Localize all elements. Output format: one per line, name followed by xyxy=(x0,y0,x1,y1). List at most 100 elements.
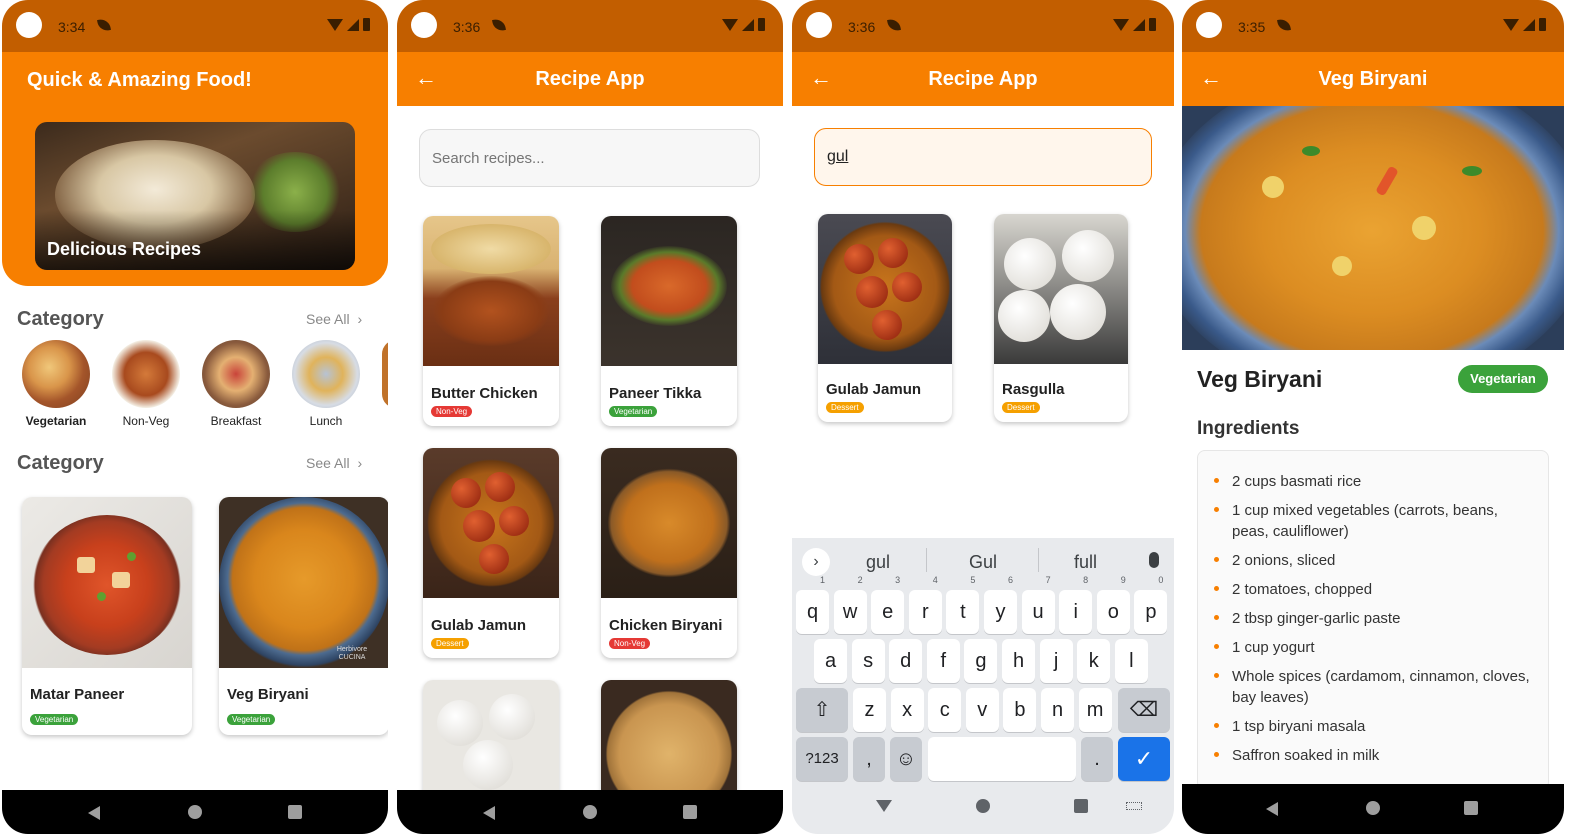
category-breakfast[interactable]: Breakfast xyxy=(200,340,272,428)
see-all-link[interactable]: See All › xyxy=(306,311,362,327)
key-d[interactable]: d xyxy=(889,639,923,683)
key-j[interactable]: j xyxy=(1039,639,1073,683)
key-b[interactable]: b xyxy=(1003,688,1037,732)
key-w[interactable]: w2 xyxy=(833,576,867,634)
hero-banner[interactable]: Delicious Recipes xyxy=(35,122,355,270)
herb-piece xyxy=(1302,146,1320,156)
ingredients-heading: Ingredients xyxy=(1197,418,1300,439)
key-m[interactable]: m xyxy=(1078,688,1112,732)
nav-home-icon[interactable] xyxy=(188,805,202,819)
nav-recent-icon[interactable] xyxy=(288,805,302,819)
category-vegetarian[interactable]: Vegetarian xyxy=(20,340,92,428)
suggestion-expand-button[interactable]: › xyxy=(802,548,830,576)
key-z[interactable]: z xyxy=(853,688,886,732)
nav-back-icon[interactable] xyxy=(876,800,892,812)
status-icons xyxy=(1113,18,1156,31)
category-nonveg-image xyxy=(112,340,180,408)
recipe-card[interactable]: Herbivore CUCINA Veg Biryani Vegetarian xyxy=(219,497,388,735)
leaf-icon xyxy=(1277,18,1291,32)
nav-back-icon[interactable] xyxy=(1266,802,1278,816)
nav-recent-icon[interactable] xyxy=(1074,799,1088,813)
key-y[interactable]: y6 xyxy=(984,576,1017,634)
key-c[interactable]: c xyxy=(928,688,962,732)
bullet-icon xyxy=(1214,615,1219,620)
key-a[interactable]: a xyxy=(814,639,847,683)
status-icons xyxy=(1503,18,1546,31)
recipe-card[interactable]: Rasgulla Dessert xyxy=(994,214,1128,422)
key-l[interactable]: l xyxy=(1114,639,1148,683)
key-label: i xyxy=(1073,601,1078,623)
suggestion-2[interactable]: Gul xyxy=(969,552,997,573)
recipe-card-title: Gulab Jamun xyxy=(431,617,527,634)
recipe-card[interactable]: Matar Paneer Vegetarian xyxy=(22,497,192,735)
enter-key[interactable]: ✓ xyxy=(1118,737,1170,781)
ingredient-item: 2 tomatoes, chopped xyxy=(1214,579,1532,600)
veg-biryani-image: Herbivore CUCINA xyxy=(219,497,388,668)
battery-icon xyxy=(1149,18,1156,31)
key-x[interactable]: x xyxy=(890,688,924,732)
recipe-card[interactable]: Butter Chicken Non-Veg xyxy=(423,216,559,426)
suggestion-1[interactable]: gul xyxy=(866,552,890,573)
rasgulla-ball xyxy=(1062,230,1114,282)
nav-back-icon[interactable] xyxy=(88,806,100,820)
key-o[interactable]: o9 xyxy=(1096,576,1130,634)
key-e[interactable]: e3 xyxy=(871,576,905,634)
status-time: 3:36 xyxy=(848,19,876,35)
category-partial-image[interactable] xyxy=(382,340,388,408)
nav-home-icon[interactable] xyxy=(583,805,597,819)
see-all-link[interactable]: See All › xyxy=(306,455,362,471)
recipe-card[interactable]: Gulab Jamun Dessert xyxy=(423,448,559,658)
nav-back-icon[interactable] xyxy=(483,806,495,820)
key-n[interactable]: n xyxy=(1041,688,1074,732)
key-f[interactable]: f xyxy=(926,639,960,683)
key-q[interactable]: q1 xyxy=(796,576,829,634)
recipe-detail-screen: 3:35 ← Veg Biryani Veg Biryani Vegetaria… xyxy=(1182,0,1564,834)
ingredient-text: 2 tomatoes, chopped xyxy=(1232,581,1373,598)
recipe-card[interactable]: Paneer Tikka Vegetarian xyxy=(601,216,737,426)
backspace-key[interactable]: ⌫ xyxy=(1118,688,1170,732)
paneer-piece xyxy=(112,572,130,588)
recipe-card-partial[interactable] xyxy=(423,680,559,800)
mic-icon[interactable] xyxy=(1149,552,1159,568)
key-v[interactable]: v xyxy=(965,688,999,732)
nav-recent-icon[interactable] xyxy=(1464,801,1478,815)
paneer-piece xyxy=(77,557,95,573)
symbols-key[interactable]: ?123 xyxy=(796,737,848,781)
key-i[interactable]: i8 xyxy=(1059,576,1093,634)
ingredient-text: Saffron soaked in milk xyxy=(1232,747,1380,764)
nav-recent-icon[interactable] xyxy=(683,805,697,819)
recipe-card-partial[interactable] xyxy=(601,680,737,800)
bullet-icon xyxy=(1214,478,1219,483)
ingredient-text: 2 tbsp ginger-garlic paste xyxy=(1232,610,1401,627)
search-input[interactable] xyxy=(814,128,1152,186)
key-hint: 9 xyxy=(1120,575,1126,585)
period-key[interactable]: . xyxy=(1081,737,1113,781)
recipe-card[interactable]: Chicken Biryani Non-Veg xyxy=(601,448,737,658)
key-u[interactable]: u7 xyxy=(1021,576,1055,634)
nav-home-icon[interactable] xyxy=(1366,801,1380,815)
key-s[interactable]: s xyxy=(851,639,885,683)
paratha-shape xyxy=(605,690,733,800)
comma-key[interactable]: , xyxy=(853,737,885,781)
nav-home-icon[interactable] xyxy=(976,799,990,813)
key-h[interactable]: h xyxy=(1002,639,1035,683)
emoji-key[interactable]: ☺ xyxy=(890,737,922,781)
key-p[interactable]: p0 xyxy=(1134,576,1168,634)
shift-key[interactable]: ⇧ xyxy=(796,688,848,732)
recipe-card[interactable]: Gulab Jamun Dessert xyxy=(818,214,952,422)
suggestion-3[interactable]: full xyxy=(1074,552,1097,573)
key-g[interactable]: g xyxy=(964,639,998,683)
key-t[interactable]: t5 xyxy=(946,576,980,634)
recipe-card-tag: Non-Veg xyxy=(431,406,473,417)
bullet-icon xyxy=(1214,723,1219,728)
ingredient-item: 1 tsp biryani masala xyxy=(1214,716,1532,737)
space-key[interactable] xyxy=(928,737,1076,781)
search-input[interactable] xyxy=(419,129,760,187)
category-nonveg[interactable]: Non-Veg xyxy=(110,340,182,428)
category-label: Lunch xyxy=(309,414,343,428)
key-r[interactable]: r4 xyxy=(908,576,942,634)
key-k[interactable]: k xyxy=(1077,639,1111,683)
category-heading: Category xyxy=(17,308,104,330)
category-lunch[interactable]: Lunch xyxy=(290,340,362,428)
keyboard-switch-icon[interactable] xyxy=(1126,802,1142,810)
